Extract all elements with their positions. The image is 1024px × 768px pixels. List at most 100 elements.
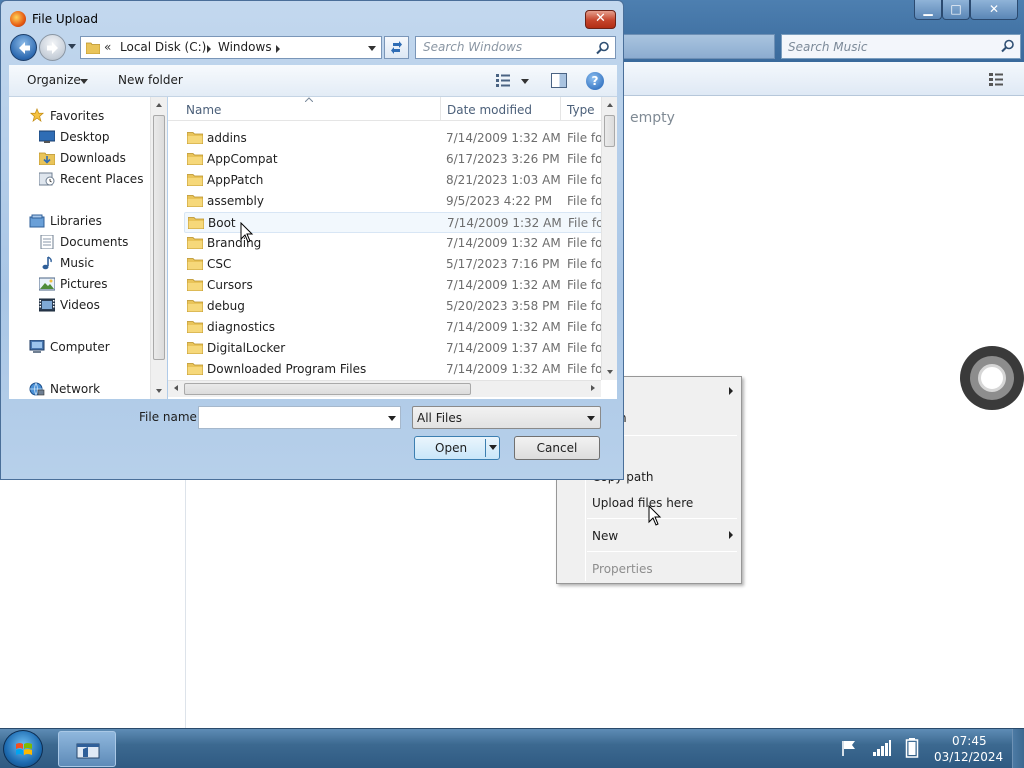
nav-downloads[interactable]: Downloads (60, 151, 126, 165)
file-row[interactable]: AppCompat 6/17/2023 3:26 PM File folder (184, 149, 608, 170)
column-header-name[interactable]: Name (186, 103, 221, 117)
change-view-icon[interactable] (496, 74, 510, 87)
file-type: File folder (567, 194, 605, 208)
forward-button[interactable] (39, 34, 66, 61)
recent-locations-dropdown-icon[interactable] (68, 44, 76, 49)
breadcrumb-windows[interactable]: Windows (218, 40, 272, 54)
breadcrumb-arrow-icon[interactable] (207, 45, 211, 53)
desktop-icon (39, 130, 55, 143)
open-options-dropdown-icon[interactable] (489, 445, 497, 450)
file-date-modified: 8/21/2023 1:03 AM (446, 173, 561, 187)
nav-recent-places[interactable]: Recent Places (60, 172, 143, 186)
background-address-bar[interactable] (620, 34, 775, 59)
file-row[interactable]: DigitalLocker 7/14/2009 1:37 AM File folde… (184, 338, 608, 359)
action-center-flag-icon[interactable] (840, 739, 858, 757)
scroll-up-arrow-icon[interactable] (156, 103, 162, 107)
scroll-left-arrow-icon[interactable] (174, 385, 178, 391)
documents-icon (40, 235, 54, 249)
refresh-button[interactable] (384, 36, 409, 59)
file-name-label: File name: (139, 410, 201, 424)
nav-desktop[interactable]: Desktop (60, 130, 110, 144)
search-input[interactable]: Search Windows (415, 36, 616, 59)
folder-icon (187, 300, 203, 312)
file-row[interactable]: Cursors 7/14/2009 1:32 AM File folder (184, 275, 608, 296)
address-dropdown-icon[interactable] (368, 46, 376, 51)
file-type: File folder (567, 257, 605, 271)
view-options-dropdown-icon[interactable] (521, 79, 529, 84)
navigation-pane: Favorites Desktop Downloads Recent Place… (9, 97, 167, 399)
file-date-modified: 7/14/2009 1:32 AM (446, 131, 561, 145)
taskbar-explorer-button[interactable] (58, 731, 116, 767)
navigation-scrollbar[interactable] (150, 97, 167, 399)
context-menu-new[interactable]: New (592, 529, 618, 543)
chevron-down-icon[interactable] (587, 416, 595, 421)
close-button[interactable]: ✕ (970, 0, 1018, 20)
file-type: File folder (567, 299, 605, 313)
breadcrumb-arrow-icon[interactable] (276, 45, 280, 53)
dialog-close-button[interactable]: ✕ (585, 10, 616, 29)
breadcrumb-local-disk[interactable]: Local Disk (C:) (120, 40, 206, 54)
nav-music[interactable]: Music (60, 256, 94, 270)
folder-icon (187, 279, 203, 291)
search-icon[interactable] (1001, 39, 1015, 53)
file-list: Name Date modified Type addins 7/14/2009 … (168, 97, 617, 399)
file-type-filter-select[interactable]: All Files (412, 406, 601, 429)
file-row[interactable]: assembly 9/5/2023 4:22 PM File folder (184, 191, 608, 212)
organize-button[interactable]: Organize (27, 73, 81, 87)
dialog-title: File Upload (32, 12, 98, 26)
open-button[interactable]: Open (414, 436, 500, 460)
network-signal-icon[interactable] (872, 739, 892, 757)
file-name-dropdown-icon[interactable] (388, 416, 396, 421)
file-date-modified: 7/14/2009 1:32 AM (447, 216, 562, 230)
background-search-input[interactable]: Search Music (781, 34, 1021, 59)
nav-videos[interactable]: Videos (60, 298, 100, 312)
scroll-up-arrow-icon[interactable] (607, 103, 613, 107)
scroll-down-arrow-icon[interactable] (156, 389, 162, 393)
clock-time[interactable]: 07:45 (952, 734, 987, 748)
scroll-right-arrow-icon[interactable] (591, 385, 595, 391)
minimize-button[interactable]: ▁ (914, 0, 942, 20)
file-row[interactable]: Downloaded Program Files 7/14/2009 1:32 A… (184, 359, 608, 380)
column-header-type[interactable]: Type (567, 103, 595, 117)
scrollbar-thumb[interactable] (604, 115, 615, 147)
nav-computer[interactable]: Computer (50, 340, 110, 354)
scroll-down-arrow-icon[interactable] (607, 370, 613, 374)
nav-favorites[interactable]: Favorites (50, 109, 104, 123)
preview-pane-icon[interactable] (551, 73, 567, 88)
context-menu-upload-files-here[interactable]: Upload files here (592, 496, 693, 510)
file-list-vertical-scrollbar[interactable] (601, 97, 617, 380)
file-list-horizontal-scrollbar[interactable] (168, 380, 601, 397)
nav-libraries[interactable]: Libraries (50, 214, 102, 228)
nav-network[interactable]: Network (50, 382, 100, 396)
file-row[interactable]: debug 5/20/2023 3:58 PM File folder (184, 296, 608, 317)
back-button[interactable] (10, 34, 37, 61)
address-overflow-chevron[interactable]: « (104, 40, 111, 54)
scrollbar-thumb[interactable] (184, 383, 471, 395)
chevron-down-icon[interactable] (80, 79, 88, 84)
help-icon[interactable]: ? (586, 72, 604, 90)
address-bar[interactable]: « Local Disk (C:) Windows (80, 36, 382, 59)
search-icon[interactable] (596, 41, 610, 55)
nav-documents[interactable]: Documents (60, 235, 128, 249)
cancel-button[interactable]: Cancel (514, 436, 600, 460)
file-row[interactable]: AppPatch 8/21/2023 1:03 AM File folder (184, 170, 608, 191)
maximize-button[interactable]: □ (942, 0, 970, 20)
file-row[interactable]: CSC 5/17/2023 7:16 PM File folder (184, 254, 608, 275)
sort-ascending-icon (305, 97, 313, 102)
favorites-star-icon (29, 108, 45, 122)
file-row[interactable]: addins 7/14/2009 1:32 AM File folder (184, 128, 608, 149)
column-header-date-modified[interactable]: Date modified (447, 103, 532, 117)
submenu-arrow-icon (729, 387, 733, 395)
battery-icon[interactable] (905, 738, 919, 758)
file-row[interactable]: diagnostics 7/14/2009 1:32 AM File folder (184, 317, 608, 338)
folder-icon (187, 153, 203, 165)
start-button[interactable] (3, 730, 43, 768)
new-folder-button[interactable]: New folder (118, 73, 183, 87)
details-view-icon[interactable] (988, 72, 1004, 86)
show-desktop-button[interactable] (1012, 729, 1024, 768)
scrollbar-thumb[interactable] (153, 115, 165, 360)
clock-date[interactable]: 03/12/2024 (934, 750, 1003, 764)
nav-pictures[interactable]: Pictures (60, 277, 108, 291)
music-note-icon (42, 256, 52, 270)
file-name-input[interactable] (198, 406, 401, 429)
